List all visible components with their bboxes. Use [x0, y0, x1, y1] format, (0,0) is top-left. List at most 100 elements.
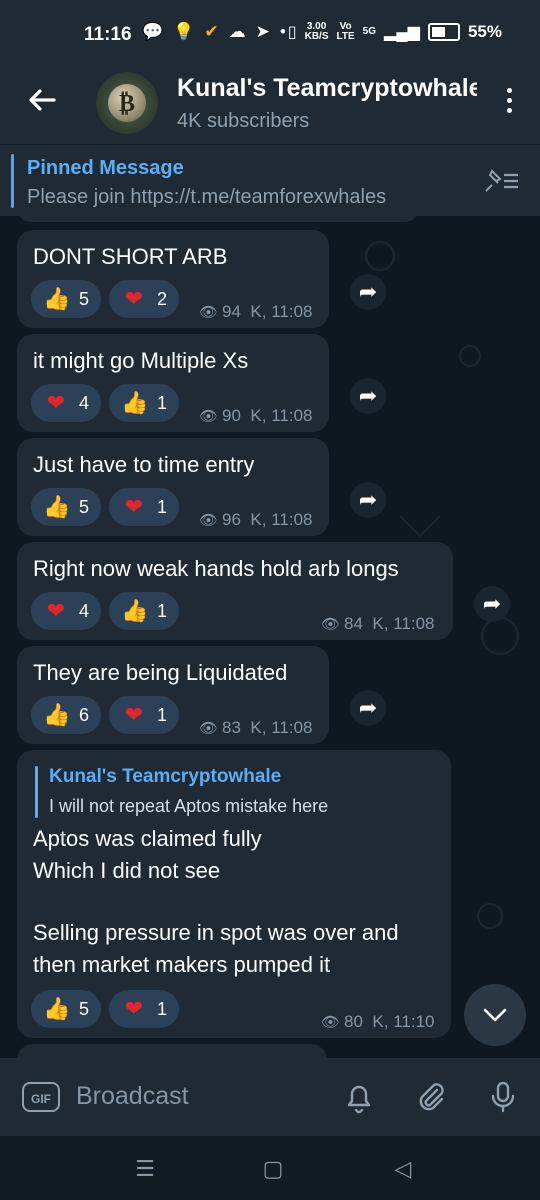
- system-back-icon[interactable]: ◁: [386, 1152, 420, 1186]
- message-bubble-partial: [17, 216, 419, 222]
- reaction-list: 👍 5 ❤ 1: [31, 990, 180, 1028]
- dot-icon: •: [279, 22, 286, 41]
- forward-arrow-icon[interactable]: ➦: [350, 690, 386, 726]
- network-type: 5G: [362, 26, 377, 37]
- status-time: 11:16: [84, 24, 132, 45]
- reaction-thumbs-up[interactable]: 👍 1: [109, 384, 180, 422]
- more-vertical-icon[interactable]: [504, 84, 514, 120]
- reaction-list: 👍 5 ❤ 2: [31, 280, 180, 318]
- network-speed: 3.00 KB/S: [305, 22, 329, 42]
- eye-icon: 👁: [199, 304, 219, 321]
- forward-arrow-icon[interactable]: ➦: [350, 482, 386, 518]
- reaction-count: 5: [79, 496, 90, 517]
- message-time: K, 11:08: [250, 406, 313, 425]
- reaction-list: ❤ 4 👍 1: [31, 384, 180, 422]
- gif-button[interactable]: GIF: [22, 1082, 60, 1112]
- heart-icon: ❤: [46, 598, 66, 623]
- vibrate-icon: ▯: [287, 24, 297, 41]
- reaction-thumbs-up[interactable]: 👍 1: [109, 592, 180, 630]
- reply-author[interactable]: Kunal's Teamcryptowhale: [49, 766, 281, 788]
- message-bubble[interactable]: DONT SHORT ARB 👍 5 ❤ 2 👁 94 K, 11:08: [17, 230, 329, 328]
- reaction-list: 👍 5 ❤ 1: [31, 488, 180, 526]
- reaction-thumbs-up[interactable]: 👍 6: [31, 696, 102, 734]
- reaction-list: ❤ 4 👍 1: [31, 592, 180, 630]
- eye-icon: 👁: [199, 512, 219, 529]
- reaction-heart[interactable]: ❤ 1: [109, 990, 180, 1028]
- message-bubble[interactable]: Right now weak hands hold arb longs ❤ 4 👍…: [17, 542, 453, 640]
- speed-unit: KB/S: [304, 31, 329, 42]
- reaction-heart[interactable]: ❤ 4: [31, 384, 102, 422]
- reaction-thumbs-up[interactable]: 👍 5: [31, 488, 102, 526]
- message-text: DONT SHORT ARB: [33, 244, 228, 269]
- reaction-thumbs-up[interactable]: 👍 5: [31, 280, 102, 318]
- reaction-heart[interactable]: ❤ 2: [109, 280, 180, 318]
- message-text: Right now weak hands hold arb longs: [33, 556, 399, 581]
- chat-header: ₿ Kunal's Teamcryptowhale 4K subscribers: [0, 62, 540, 144]
- status-right: ▯ 3.00 KB/S Vo LTE 5G ▂▄▆ 55%: [288, 22, 502, 42]
- heart-icon: ❤: [46, 390, 66, 415]
- message-line: Which I did not see: [33, 858, 221, 883]
- battery-icon: [427, 23, 460, 41]
- message-time: K, 11:10: [372, 1012, 435, 1031]
- message-line: Aptos was claimed fully: [33, 826, 262, 851]
- check-icon: ✔: [204, 22, 219, 41]
- bell-icon[interactable]: [342, 1080, 376, 1114]
- forward-arrow-icon[interactable]: ➦: [350, 378, 386, 414]
- thumbs-up-icon: 👍: [43, 996, 71, 1021]
- reaction-count: 4: [79, 600, 90, 621]
- heart-icon: ❤: [124, 996, 144, 1021]
- forward-arrow-icon[interactable]: ➦: [350, 274, 386, 310]
- reaction-thumbs-up[interactable]: 👍 5: [31, 990, 102, 1028]
- broadcast-composer: GIF Broadcast: [0, 1058, 540, 1136]
- message-meta: 👁 90 K, 11:08: [199, 406, 313, 426]
- reaction-count: 1: [157, 496, 168, 517]
- message-bubble[interactable]: it might go Multiple Xs ❤ 4 👍 1 👁 90 K, 11:…: [17, 334, 329, 432]
- thumbs-up-icon: 👍: [43, 286, 71, 311]
- eye-icon: 👁: [199, 408, 219, 425]
- message-text: They are being Liquidated: [33, 660, 288, 685]
- recent-apps-icon[interactable]: ☰: [128, 1152, 162, 1186]
- message-bubble[interactable]: Just have to time entry 👍 5 ❤ 1 👁 96 K, 11:…: [17, 438, 329, 536]
- thumbs-up-icon: 👍: [43, 702, 71, 727]
- volte-icon: Vo LTE: [336, 21, 355, 42]
- pinned-text: Please join https://t.me/teamforexwhales: [27, 186, 387, 208]
- paperclip-icon[interactable]: [414, 1080, 448, 1114]
- broadcast-input[interactable]: Broadcast: [76, 1082, 189, 1111]
- reaction-heart[interactable]: ❤ 1: [109, 488, 180, 526]
- pinned-list-icon[interactable]: [482, 167, 522, 195]
- reaction-count: 4: [79, 392, 90, 413]
- message-bubble[interactable]: They are being Liquidated 👍 6 ❤ 1 👁 83 K, 1…: [17, 646, 329, 744]
- pinned-indicator: [11, 154, 14, 208]
- message-line: Selling pressure in spot was over and: [33, 920, 399, 945]
- reaction-heart[interactable]: ❤ 4: [31, 592, 102, 630]
- message-meta: 👁 94 K, 11:08: [199, 302, 313, 322]
- message-bubble-reply[interactable]: Kunal's Teamcryptowhale I will not repea…: [17, 750, 451, 1038]
- message-list[interactable]: DONT SHORT ARB 👍 5 ❤ 2 👁 94 K, 11:08 ➦ it m…: [0, 216, 540, 1058]
- back-arrow-icon[interactable]: [24, 82, 60, 118]
- reaction-count: 5: [79, 288, 90, 309]
- home-icon[interactable]: ▢: [256, 1152, 290, 1186]
- channel-avatar[interactable]: ₿: [96, 72, 158, 134]
- forward-arrow-icon[interactable]: ➦: [474, 586, 510, 622]
- reaction-heart[interactable]: ❤ 1: [109, 696, 180, 734]
- battery-level: 55%: [467, 22, 502, 41]
- message-text: it might go Multiple Xs: [33, 348, 249, 373]
- eye-icon: 👁: [199, 720, 219, 737]
- view-count: 84: [344, 614, 363, 633]
- message-meta: 👁 80 K, 11:10: [321, 1012, 435, 1032]
- app-icon: ☁: [228, 22, 246, 41]
- heart-icon: ❤: [124, 702, 144, 727]
- reaction-count: 5: [79, 998, 90, 1019]
- eye-icon: 👁: [321, 616, 341, 633]
- chevron-down-icon[interactable]: [464, 984, 526, 1046]
- thumbs-up-icon: 👍: [43, 494, 71, 519]
- microphone-icon[interactable]: [486, 1080, 520, 1114]
- channel-name[interactable]: Kunal's Teamcryptowhale: [177, 74, 477, 103]
- view-count: 94: [222, 302, 241, 321]
- message-time: K, 11:08: [250, 510, 313, 529]
- view-count: 80: [344, 1012, 363, 1031]
- thumbs-up-icon: 👍: [121, 390, 149, 415]
- reaction-list: 👍 6 ❤ 1: [31, 696, 180, 734]
- pinned-message[interactable]: Pinned Message Please join https://t.me/…: [0, 144, 540, 217]
- reply-text: I will not repeat Aptos mistake here: [49, 796, 329, 816]
